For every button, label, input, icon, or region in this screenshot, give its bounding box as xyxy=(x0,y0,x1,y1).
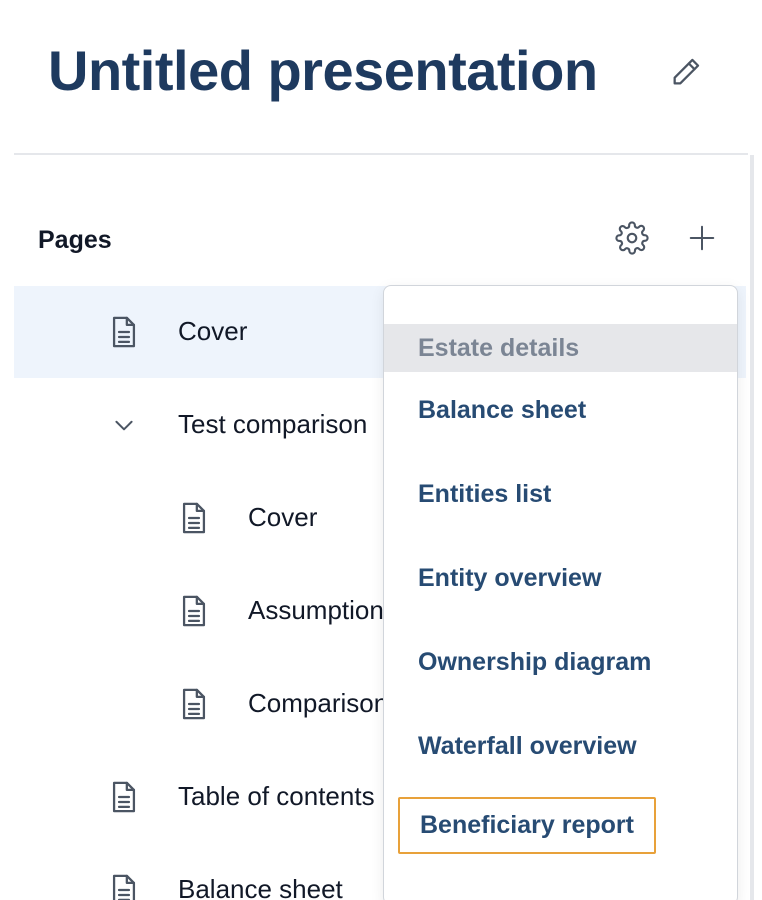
menu-item-beneficiary-report[interactable]: Beneficiary report xyxy=(398,797,656,854)
page-item-label: Cover xyxy=(178,316,248,346)
pages-heading: Pages xyxy=(38,226,112,254)
panel-divider xyxy=(750,155,754,900)
page-item-label: Balance sheet xyxy=(178,874,343,900)
chevron-down-icon[interactable] xyxy=(106,407,142,443)
page-title: Untitled presentation xyxy=(48,39,598,102)
pencil-icon xyxy=(669,55,703,94)
document-icon xyxy=(106,779,142,815)
edit-title-button[interactable] xyxy=(664,52,708,96)
pages-settings-button[interactable] xyxy=(610,218,654,262)
menu-item-entities-list[interactable]: Entities list xyxy=(418,480,551,509)
gear-icon xyxy=(615,220,649,260)
add-page-button[interactable] xyxy=(680,218,724,262)
page-item-label: Cover xyxy=(248,502,318,532)
document-icon xyxy=(176,593,212,629)
menu-item-balance-sheet[interactable]: Balance sheet xyxy=(418,396,586,425)
menu-item-entity-overview[interactable]: Entity overview xyxy=(418,564,601,593)
document-icon xyxy=(106,872,142,900)
document-icon xyxy=(106,314,142,350)
document-icon xyxy=(176,686,212,722)
page-item-label: Test comparison xyxy=(178,409,368,439)
page-item-label: Table of contents xyxy=(178,781,375,811)
presentation-editor: Untitled presentation Pages Cover Test c… xyxy=(0,0,762,900)
page-item-label: Comparison xyxy=(248,688,389,718)
plus-icon xyxy=(687,223,717,258)
menu-item-ownership-diagram[interactable]: Ownership diagram xyxy=(418,648,651,677)
header-divider xyxy=(14,153,748,155)
document-icon xyxy=(176,500,212,536)
menu-section-header: Estate details xyxy=(384,324,737,372)
menu-item-waterfall-overview[interactable]: Waterfall overview xyxy=(418,732,637,761)
add-page-menu: Estate details Balance sheet Entities li… xyxy=(383,285,738,900)
page-item-label: Assumptions xyxy=(248,595,397,625)
